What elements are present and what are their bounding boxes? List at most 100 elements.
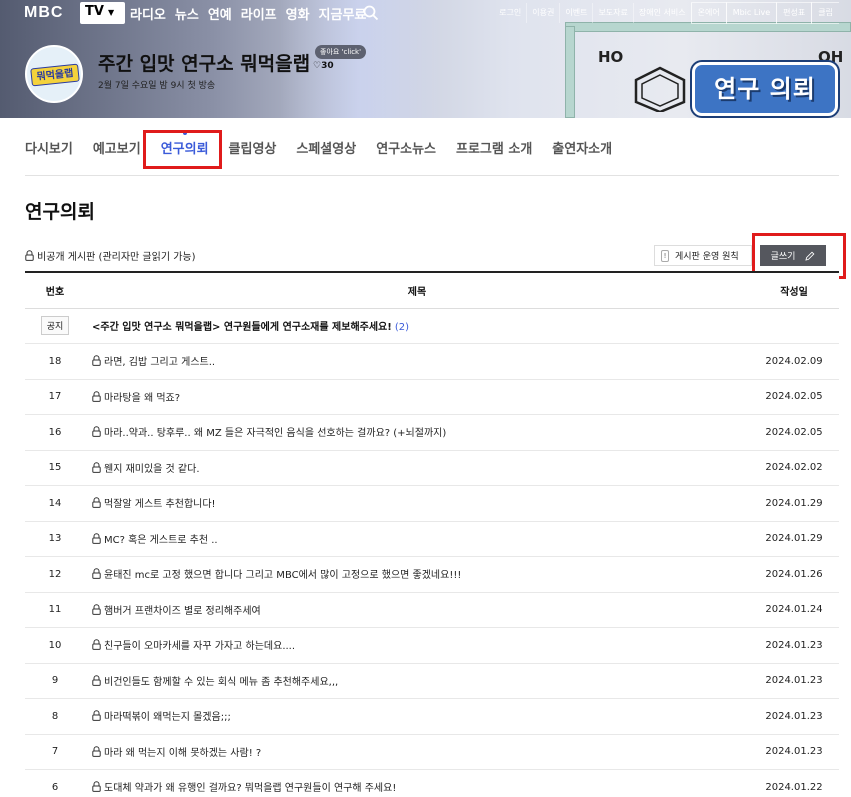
comment-count: (2) xyxy=(394,322,409,334)
row-title-cell: 웬지 재미있을 것 같다. xyxy=(85,450,749,486)
main-menu: 라디오 뉴스 연예 라이프 영화 지금무료 xyxy=(130,4,366,23)
pass-link[interactable]: 이용권 xyxy=(527,3,561,23)
row-title[interactable]: MC? 혹은 게스트로 추천 .. xyxy=(104,531,218,546)
row-title[interactable]: 라면, 김밥 그리고 게스트.. xyxy=(104,353,215,368)
row-date: 2024.01.24 xyxy=(749,592,839,628)
board-rules-button[interactable]: ! 게시판 운영 원칙 xyxy=(654,245,752,266)
row-num: 11 xyxy=(25,592,85,628)
subnav-divider xyxy=(25,175,839,176)
row-title[interactable]: 마라떡볶이 왜먹는지 몰겠음;;; xyxy=(104,708,231,723)
tab-program-info[interactable]: 프로그램 소개 xyxy=(456,138,532,157)
board-table: 번호 제목 작성일 공지 <주간 입맛 연구소 뭐먹을랩> 연구원들에게 연구소… xyxy=(25,271,839,797)
table-row[interactable]: 9 비건인들도 함께할 수 있는 회식 메뉴 좀 추천해주세요,,, 2024.01… xyxy=(25,663,839,699)
row-date: 2024.02.05 xyxy=(749,379,839,415)
lock-icon xyxy=(92,639,101,651)
table-row[interactable]: 15 웬지 재미있을 것 같다. 2024.02.02 xyxy=(25,450,839,486)
lock-icon xyxy=(92,568,101,580)
table-row[interactable]: 10 친구들이 오마카세를 자꾸 가자고 하는데요.... 2024.01.23 xyxy=(25,627,839,664)
lock-icon xyxy=(92,710,101,722)
table-row[interactable]: 16 마라..약과.. 탕후루.. 왜 MZ 들은 자극적인 음식을 선호하는 걸… xyxy=(25,414,839,451)
row-title[interactable]: 비건인들도 함께할 수 있는 회식 메뉴 좀 추천해주세요,,, xyxy=(104,673,338,688)
row-title[interactable]: 마라탕을 왜 먹죠? xyxy=(104,389,180,404)
table-row[interactable]: 12 윤태진 mc로 고정 했으면 합니다 그리고 MBC에서 많이 고정으로 했… xyxy=(25,556,839,593)
table-row[interactable]: 7 마라 왜 먹는지 이해 못하겠는 사람! ? 2024.01.23 xyxy=(25,734,839,770)
table-row[interactable]: 8 마라떡볶이 왜먹는지 몰겠음;;; 2024.01.23 xyxy=(25,698,839,735)
row-title-cell: 윤태진 mc로 고정 했으면 합니다 그리고 MBC에서 많이 고정으로 했으면… xyxy=(85,556,749,593)
molecule-icon xyxy=(634,66,686,112)
chevron-down-icon: ▼ xyxy=(107,8,115,17)
tab-preview[interactable]: 예고보기 xyxy=(93,138,141,157)
menu-movie[interactable]: 영화 xyxy=(286,4,310,23)
row-num: 6 xyxy=(25,769,85,797)
row-title[interactable]: 먹잘알 게스트 추천합니다! xyxy=(104,495,216,510)
row-date: 2024.01.29 xyxy=(749,485,839,522)
board-rules-label: 게시판 운영 원칙 xyxy=(675,252,739,262)
tab-clips[interactable]: 클립영상 xyxy=(229,138,277,157)
row-title[interactable]: 마라..약과.. 탕후루.. 왜 MZ 들은 자극적인 음식을 선호하는 걸까요… xyxy=(104,424,446,439)
row-title[interactable]: 웬지 재미있을 것 같다. xyxy=(104,460,200,475)
mbc-logo[interactable]: MBC xyxy=(24,4,63,22)
press-link[interactable]: 보도자료 xyxy=(593,3,634,23)
lock-icon xyxy=(92,532,101,544)
row-title-cell: MC? 혹은 게스트로 추천 .. xyxy=(85,521,749,557)
table-row[interactable]: 14 먹잘알 게스트 추천합니다! 2024.01.29 xyxy=(25,485,839,522)
row-title[interactable]: 마라 왜 먹는지 이해 못하겠는 사람! ? xyxy=(104,744,261,759)
lock-icon xyxy=(92,745,101,757)
tab-special[interactable]: 스페셜영상 xyxy=(296,138,356,157)
search-icon[interactable] xyxy=(363,5,379,21)
lock-icon xyxy=(92,461,101,473)
row-title[interactable]: 윤태진 mc로 고정 했으면 합니다 그리고 MBC에서 많이 고정으로 했으면… xyxy=(104,566,461,581)
row-title-cell: 마라탕을 왜 먹죠? xyxy=(85,379,749,415)
row-title-cell: 친구들이 오마카세를 자꾸 가자고 하는데요.... xyxy=(85,627,749,664)
tab-cast[interactable]: 출연자소개 xyxy=(552,138,612,157)
like-count: ♡30 xyxy=(313,61,334,71)
row-title-cell: 마라 왜 먹는지 이해 못하겠는 사람! ? xyxy=(85,734,749,770)
column-header-date: 작성일 xyxy=(780,286,808,298)
row-date: 2024.01.22 xyxy=(749,769,839,797)
table-row[interactable]: 13 MC? 혹은 게스트로 추천 .. 2024.01.29 xyxy=(25,521,839,557)
clip-button[interactable]: 클립 xyxy=(811,2,839,24)
table-row[interactable]: 17 마라탕을 왜 먹죠? 2024.02.05 xyxy=(25,379,839,415)
row-date: 2024.02.05 xyxy=(749,414,839,451)
page-title: 연구의뢰 xyxy=(25,201,95,223)
row-num: 12 xyxy=(25,556,85,593)
menu-radio[interactable]: 라디오 xyxy=(130,4,166,23)
table-row[interactable]: 6 도대체 약과가 왜 유행인 걸까요? 뭐먹을랩 연구원들이 연구해 주세요! 2… xyxy=(25,769,839,797)
row-date: 2024.01.23 xyxy=(749,698,839,735)
program-logo[interactable]: 뭐먹을랩 xyxy=(25,45,83,103)
accessibility-link[interactable]: 장애인 서비스 xyxy=(634,3,692,23)
onair-button[interactable]: 온에어 xyxy=(690,2,727,24)
menu-news[interactable]: 뉴스 xyxy=(175,4,199,23)
menu-entertainment[interactable]: 연예 xyxy=(208,4,232,23)
row-num: 18 xyxy=(25,343,85,380)
private-board-note: 비공개 게시판 (관리자만 글읽기 가능) xyxy=(25,248,196,263)
row-title[interactable]: 도대체 약과가 왜 유행인 걸까요? 뭐먹을랩 연구원들이 연구해 주세요! xyxy=(104,779,396,794)
menu-life[interactable]: 라이프 xyxy=(241,4,277,23)
menu-free-now[interactable]: 지금무료 xyxy=(319,4,367,23)
column-header-title: 제목 xyxy=(407,286,427,298)
event-link[interactable]: 이벤트 xyxy=(560,3,594,23)
mbic-live-button[interactable]: Mbic Live xyxy=(725,2,778,24)
global-nav: MBC TV ▼ 라디오 뉴스 연예 라이프 영화 지금무료 로그인 이용권 이벤… xyxy=(0,0,851,26)
notice-row[interactable]: 공지 <주간 입맛 연구소 뭐먹을랩> 연구원들에게 연구소재를 제보해주세요!… xyxy=(25,308,839,344)
program-subnav: 다시보기 예고보기 연구의뢰 클립영상 스페셜영상 연구소뉴스 프로그램 소개 … xyxy=(25,138,632,157)
tab-replay[interactable]: 다시보기 xyxy=(25,138,73,157)
row-title[interactable]: 친구들이 오마카세를 자꾸 가자고 하는데요.... xyxy=(104,637,295,652)
lock-icon xyxy=(92,781,101,793)
tab-lab-news[interactable]: 연구소뉴스 xyxy=(376,138,436,157)
row-num: 10 xyxy=(25,627,85,664)
notice-title[interactable]: <주간 입맛 연구소 뭐먹을랩> 연구원들에게 연구소재를 제보해주세요! xyxy=(92,322,392,333)
info-icon: ! xyxy=(661,249,669,262)
table-row[interactable]: 11 햄버거 프랜차이즈 별로 정리해주세여 2024.01.24 xyxy=(25,592,839,628)
row-title-cell: 마라..약과.. 탕후루.. 왜 MZ 들은 자극적인 음식을 선호하는 걸까요… xyxy=(85,414,749,451)
row-title[interactable]: 햄버거 프랜차이즈 별로 정리해주세여 xyxy=(104,602,261,617)
table-row[interactable]: 18 라면, 김밥 그리고 게스트.. 2024.02.09 xyxy=(25,343,839,380)
schedule-button[interactable]: 편성표 xyxy=(776,2,813,24)
login-link[interactable]: 로그인 xyxy=(494,3,528,23)
row-num: 16 xyxy=(25,414,85,451)
like-button[interactable]: 좋아요 'click' xyxy=(315,45,367,59)
tv-selector[interactable]: TV ▼ xyxy=(80,2,125,24)
row-num: 17 xyxy=(25,379,85,415)
lock-icon xyxy=(25,250,34,261)
row-date: 2024.02.09 xyxy=(749,343,839,380)
